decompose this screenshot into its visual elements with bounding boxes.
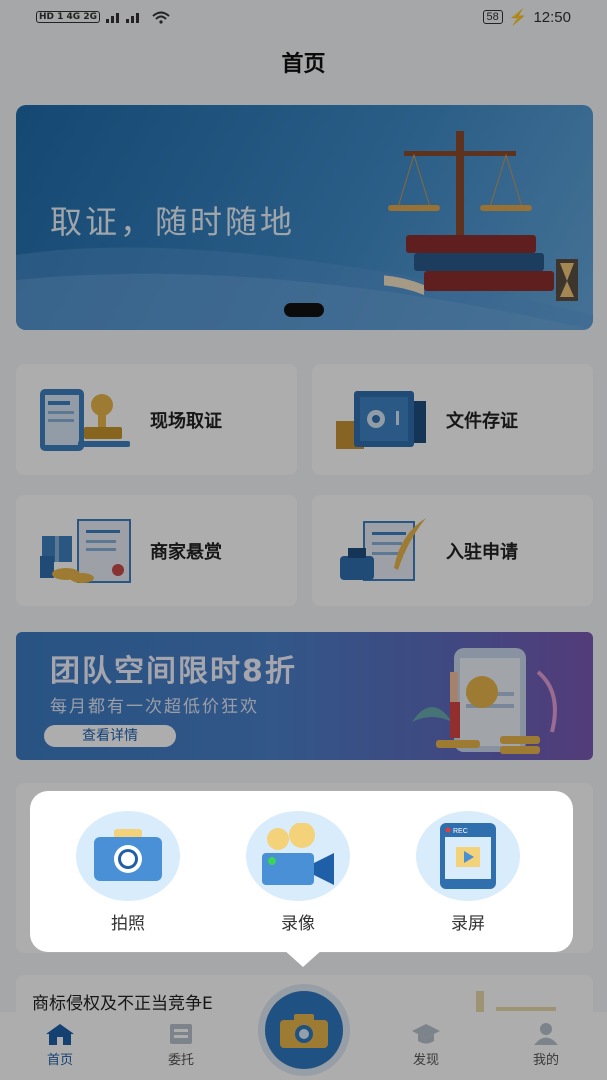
popup-option-screen-record[interactable]: REC 录屏 <box>416 811 520 934</box>
screen-record-icon: REC <box>440 823 496 889</box>
popup-pointer <box>283 949 323 967</box>
option-circle <box>76 811 180 901</box>
option-label: 拍照 <box>111 914 145 934</box>
capture-popup: 拍照 录像 REC 录屏 <box>30 791 573 952</box>
camera-icon <box>94 829 162 881</box>
option-label: 录像 <box>281 914 315 934</box>
rec-label: REC <box>453 828 468 835</box>
option-circle <box>246 811 350 901</box>
video-camera-icon <box>262 823 334 885</box>
option-label: 录屏 <box>451 914 485 934</box>
popup-option-video[interactable]: 录像 <box>246 811 350 934</box>
option-circle: REC <box>416 811 520 901</box>
popup-option-photo[interactable]: 拍照 <box>76 811 180 934</box>
